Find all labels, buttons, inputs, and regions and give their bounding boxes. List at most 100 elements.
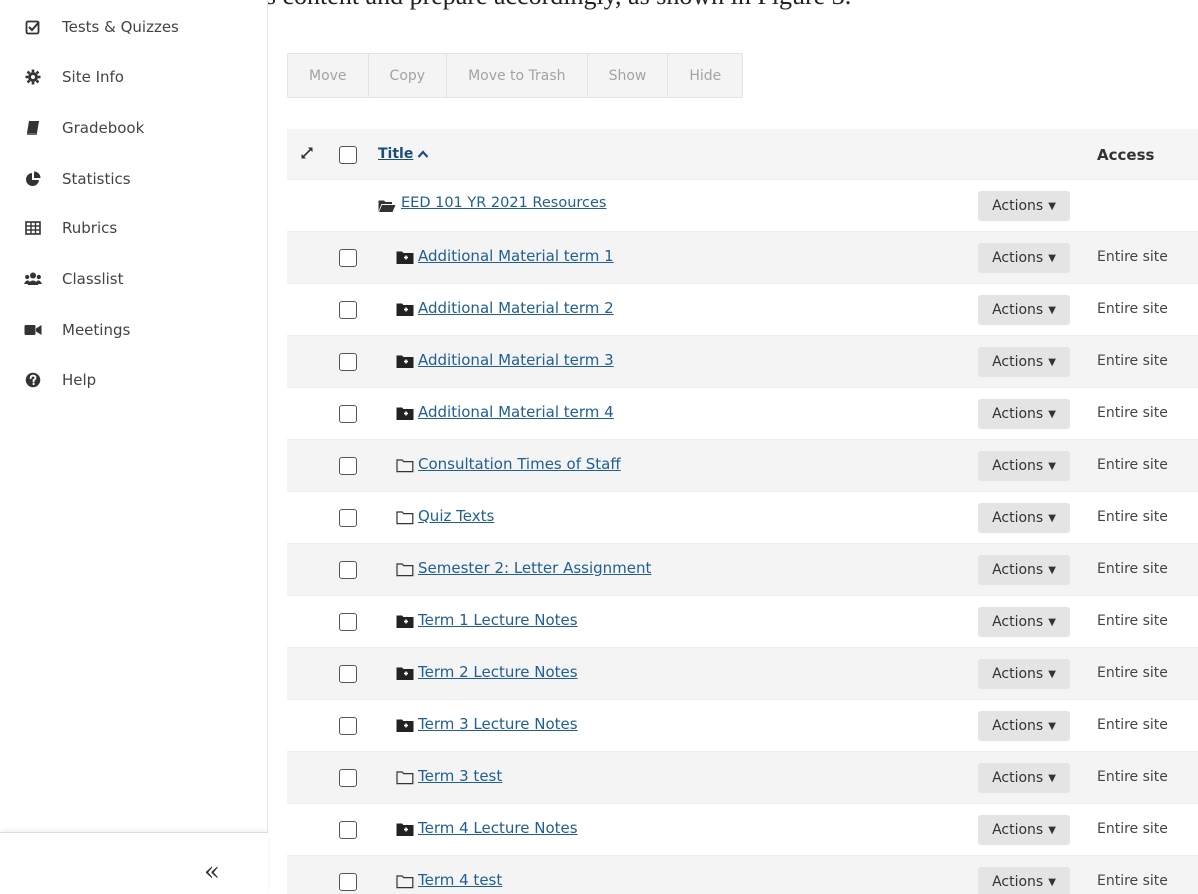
row-checkbox[interactable] [339,769,357,787]
resource-link[interactable]: Additional Material term 1 [418,247,614,265]
caret-down-icon: ▼ [1048,200,1056,212]
sidebar: Tests & Quizzes Site Info Gradebook Stat… [0,0,268,894]
actions-dropdown[interactable]: Actions ▼ [978,711,1070,741]
table-row: Term 4 Lecture Notes Actions ▼ Entire site [287,804,1198,856]
parent-folder-link[interactable]: EED 101 YR 2021 Resources [401,195,607,211]
pie-chart-icon [24,170,42,188]
sidebar-item-statistics[interactable]: Statistics [0,159,268,199]
row-checkbox[interactable] [339,405,357,423]
actions-dropdown[interactable]: Actions ▼ [978,607,1070,637]
caret-down-icon: ▼ [1048,720,1056,732]
table-row: Consultation Times of Staff Actions ▼ Entir… [287,440,1198,492]
sidebar-item-gradebook[interactable]: Gradebook [0,108,268,148]
resource-link[interactable]: Term 4 Lecture Notes [418,819,578,837]
access-value: Entire site [1097,717,1168,733]
row-checkbox[interactable] [339,509,357,527]
caret-down-icon: ▼ [1048,356,1056,368]
row-checkbox[interactable] [339,717,357,735]
table-row: Quiz Texts Actions ▼ Entire site [287,492,1198,544]
table-row: Additional Material term 2 Actions ▼ Entire… [287,284,1198,336]
resource-link[interactable]: Term 1 Lecture Notes [418,611,578,629]
folder-icon [396,354,414,369]
sidebar-item-meetings[interactable]: Meetings [0,310,268,350]
resource-link[interactable]: Consultation Times of Staff [418,455,621,473]
table-row: Term 3 test Actions ▼ Entire site [287,752,1198,804]
folder-icon [396,406,414,421]
resource-link[interactable]: Quiz Texts [418,507,494,525]
resource-link[interactable]: Term 3 test [418,767,502,785]
table-icon [24,219,42,237]
table-row: Additional Material term 3 Actions ▼ Entire… [287,336,1198,388]
sidebar-item-label: Tests & Quizzes [62,18,179,36]
resource-link[interactable]: Term 3 Lecture Notes [418,715,578,733]
access-value: Entire site [1097,353,1168,369]
access-value: Entire site [1097,405,1168,421]
expand-icon[interactable] [299,145,317,163]
sidebar-item-help[interactable]: Help [0,360,268,400]
resource-link[interactable]: Term 2 Lecture Notes [418,663,578,681]
actions-dropdown[interactable]: Actions ▼ [978,815,1070,845]
title-sort-header[interactable]: Title [378,146,429,162]
caret-down-icon: ▼ [1048,460,1056,472]
sidebar-item-rubrics[interactable]: Rubrics [0,208,268,248]
folder-outline-icon [396,874,414,889]
row-checkbox[interactable] [339,249,357,267]
move-button[interactable]: Move [288,54,369,97]
table-row: Additional Material term 4 Actions ▼ Entire… [287,388,1198,440]
row-checkbox[interactable] [339,821,357,839]
row-checkbox[interactable] [339,665,357,683]
table-row: Additional Material term 1 Actions ▼ Entire… [287,232,1198,284]
caret-down-icon: ▼ [1048,668,1056,680]
table-row: Semester 2: Letter Assignment Actions ▼ Ent… [287,544,1198,596]
row-checkbox[interactable] [339,353,357,371]
sidebar-item-classlist[interactable]: Classlist [0,259,268,299]
actions-dropdown[interactable]: Actions ▼ [978,555,1070,585]
access-value: Entire site [1097,665,1168,681]
actions-dropdown[interactable]: Actions ▼ [978,191,1070,221]
access-value: Entire site [1097,509,1168,525]
sidebar-item-label: Statistics [62,170,131,188]
actions-dropdown[interactable]: Actions ▼ [978,243,1070,273]
row-checkbox[interactable] [339,301,357,319]
actions-dropdown[interactable]: Actions ▼ [978,867,1070,894]
caret-down-icon: ▼ [1048,252,1056,264]
resource-link[interactable]: Semester 2: Letter Assignment [418,559,651,577]
caret-down-icon: ▼ [1048,512,1056,524]
actions-dropdown[interactable]: Actions ▼ [978,451,1070,481]
row-checkbox[interactable] [339,457,357,475]
table-header-row: Title Access [287,129,1198,180]
actions-dropdown[interactable]: Actions ▼ [978,659,1070,689]
hide-button[interactable]: Hide [668,54,742,97]
sidebar-item-label: Gradebook [62,119,145,137]
row-checkbox[interactable] [339,613,357,631]
row-checkbox[interactable] [339,873,357,891]
collapse-sidebar-icon[interactable]: « [204,857,220,887]
select-all-checkbox[interactable] [339,146,357,164]
folder-outline-icon [396,770,414,785]
resource-link[interactable]: Additional Material term 3 [418,351,614,369]
actions-dropdown[interactable]: Actions ▼ [978,503,1070,533]
folder-icon [396,718,414,733]
sidebar-item-label: Rubrics [62,219,118,237]
table-row: Term 4 test Actions ▼ Entire site [287,856,1198,894]
sidebar-item-tests-quizzes[interactable]: Tests & Quizzes [0,7,268,47]
resource-link[interactable]: Additional Material term 4 [418,403,614,421]
sidebar-item-label: Site Info [62,68,124,86]
resource-link[interactable]: Term 4 test [418,871,502,889]
actions-dropdown[interactable]: Actions ▼ [978,399,1070,429]
move-to-trash-button[interactable]: Move to Trash [447,54,588,97]
sidebar-item-site-info[interactable]: Site Info [0,57,268,97]
folder-outline-icon [396,562,414,577]
copy-button[interactable]: Copy [369,54,448,97]
actions-dropdown[interactable]: Actions ▼ [978,295,1070,325]
access-value: Entire site [1097,613,1168,629]
caret-down-icon: ▼ [1048,876,1056,888]
actions-dropdown[interactable]: Actions ▼ [978,347,1070,377]
actions-dropdown[interactable]: Actions ▼ [978,763,1070,793]
resource-link[interactable]: Additional Material term 2 [418,299,614,317]
gear-icon [24,68,42,86]
row-checkbox[interactable] [339,561,357,579]
access-value: Entire site [1097,249,1168,265]
show-button[interactable]: Show [588,54,669,97]
parent-folder-row: EED 101 YR 2021 Resources Actions ▼ [287,180,1198,232]
